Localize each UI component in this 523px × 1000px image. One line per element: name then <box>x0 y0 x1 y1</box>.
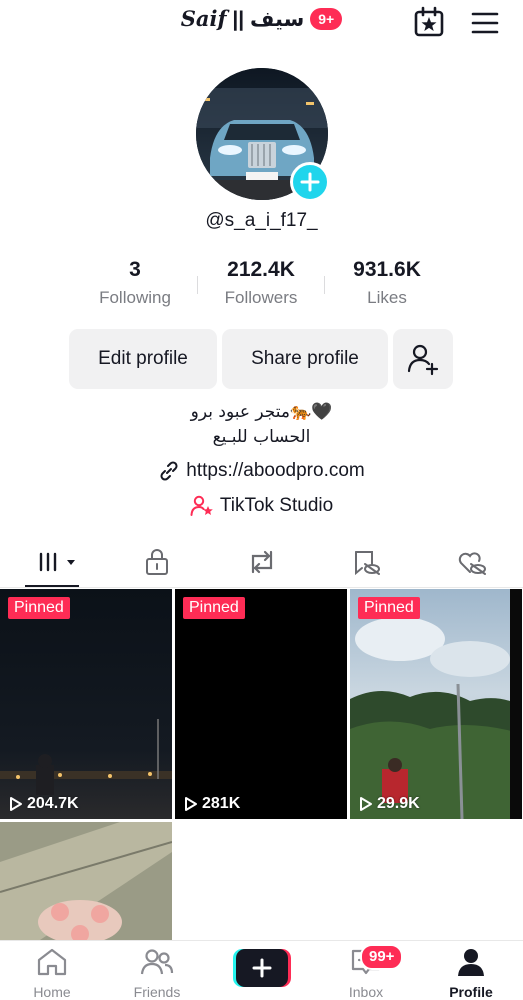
video-thumbnail[interactable]: Pinned 204.7K <box>0 589 172 819</box>
bio-link[interactable]: https://aboodpro.com <box>0 460 523 482</box>
nav-label: Home <box>33 984 71 1000</box>
nav-profile[interactable]: Profile <box>431 947 511 1000</box>
content-tabs <box>0 538 523 588</box>
stat-value: 212.4K <box>227 258 295 281</box>
add-friend-button[interactable] <box>393 329 453 389</box>
pinned-badge: Pinned <box>183 597 245 619</box>
home-icon <box>37 948 67 976</box>
video-thumbnail[interactable]: Pinned 281K <box>175 589 347 819</box>
lock-icon <box>146 549 168 575</box>
nav-label: Profile <box>449 984 493 1000</box>
heart-hidden-icon <box>458 552 486 575</box>
pinned-badge: Pinned <box>358 597 420 619</box>
video-thumbnail[interactable]: Pinned 29.9K <box>350 589 522 819</box>
tab-videos[interactable] <box>34 546 80 578</box>
tab-reposts[interactable] <box>242 546 282 578</box>
link-text: https://aboodpro.com <box>186 460 365 481</box>
nav-home[interactable]: Home <box>12 947 92 1000</box>
videos-grid-icon <box>39 552 75 572</box>
studio-label: TikTok Studio <box>219 495 334 516</box>
nav-friends[interactable]: Friends <box>117 947 197 1000</box>
top-bar: Saif || سيف 9+ <box>0 0 523 48</box>
edit-profile-button[interactable]: Edit profile <box>69 329 217 389</box>
calendar-star-icon[interactable] <box>413 6 445 38</box>
username: @s_a_i_f17_ <box>205 210 318 231</box>
view-count: 204.7K <box>9 795 79 813</box>
bottom-navigation: Home Friends Inbox Profile <box>0 940 523 1000</box>
profile-icon <box>458 949 484 976</box>
play-icon <box>360 797 372 811</box>
stat-following[interactable]: 3 Following <box>70 258 200 308</box>
stat-label: Likes <box>367 288 407 307</box>
stat-likes[interactable]: 931.6K Likes <box>322 258 452 308</box>
studio-icon <box>190 495 213 516</box>
link-icon <box>160 461 178 481</box>
create-plus-icon <box>233 949 291 987</box>
video-thumbnail[interactable] <box>0 822 172 940</box>
stat-label: Following <box>99 288 171 307</box>
view-count: 281K <box>184 795 240 813</box>
tiktok-studio-link[interactable]: TikTok Studio <box>0 495 523 517</box>
bookmark-hidden-icon <box>355 551 380 576</box>
stat-value: 3 <box>129 258 141 281</box>
nav-label: Friends <box>133 984 181 1000</box>
stat-label: Followers <box>224 288 298 307</box>
nav-label: Inbox <box>348 984 384 1000</box>
tab-liked[interactable] <box>452 546 492 578</box>
repost-icon <box>251 550 273 574</box>
add-person-icon <box>407 344 439 376</box>
profile-stats: 3 Following 212.4K Followers 931.6K Like… <box>0 258 523 318</box>
add-photo-button[interactable] <box>290 162 330 202</box>
view-count-text: 29.9K <box>377 795 420 812</box>
bio-line-1: متجر عبود برو🐅🖤 <box>190 402 333 422</box>
tab-favorites[interactable] <box>347 546 387 578</box>
notification-badge: 9+ <box>310 8 343 30</box>
tab-private[interactable] <box>137 546 177 578</box>
plus-icon <box>300 172 320 192</box>
active-tab-indicator <box>25 585 79 587</box>
bio-line-2: الحساب للبـيع <box>212 427 311 447</box>
view-count: 29.9K <box>359 795 420 813</box>
friends-icon <box>140 949 174 975</box>
pinned-badge: Pinned <box>8 597 70 619</box>
account-title: Saif || سيف <box>180 6 305 31</box>
inbox-badge: 99+ <box>360 944 404 970</box>
play-icon <box>185 797 197 811</box>
create-button[interactable] <box>233 949 291 987</box>
stat-followers[interactable]: 212.4K Followers <box>196 258 326 308</box>
view-count-text: 281K <box>202 795 241 812</box>
view-count-text: 204.7K <box>27 795 79 812</box>
share-profile-button[interactable]: Share profile <box>222 329 388 389</box>
stat-value: 931.6K <box>353 258 421 281</box>
play-icon <box>10 797 22 811</box>
menu-icon[interactable] <box>470 8 500 38</box>
